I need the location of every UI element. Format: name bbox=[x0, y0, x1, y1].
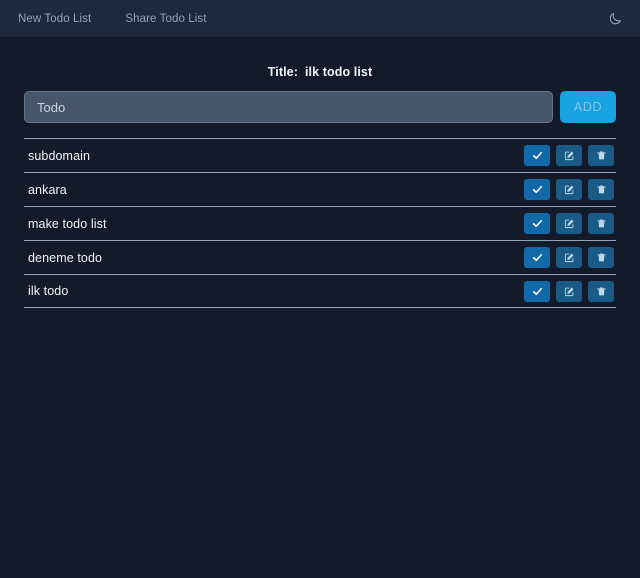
todo-item-label: subdomain bbox=[24, 149, 524, 163]
table-row[interactable]: make todo list bbox=[24, 206, 616, 240]
todo-item-label: ankara bbox=[24, 183, 524, 197]
pencil-square-icon bbox=[564, 252, 575, 263]
table-row[interactable]: subdomain bbox=[24, 138, 616, 172]
done-button[interactable] bbox=[524, 281, 550, 302]
table-row[interactable]: ankara bbox=[24, 172, 616, 206]
done-button[interactable] bbox=[524, 213, 550, 234]
delete-button[interactable] bbox=[588, 281, 614, 302]
delete-button[interactable] bbox=[588, 213, 614, 234]
todo-row-actions bbox=[524, 145, 616, 166]
delete-button[interactable] bbox=[588, 145, 614, 166]
check-icon bbox=[532, 150, 543, 161]
page-title: Title: ilk todo list bbox=[24, 37, 616, 89]
todo-row-actions bbox=[524, 247, 616, 268]
add-todo-button[interactable]: ADD bbox=[560, 91, 616, 123]
edit-button[interactable] bbox=[556, 145, 582, 166]
navbar-links: New Todo List Share Todo List bbox=[18, 12, 207, 26]
pencil-square-icon bbox=[564, 286, 575, 297]
todo-item-label: make todo list bbox=[24, 217, 524, 231]
title-label: Title: bbox=[268, 65, 298, 79]
table-row[interactable]: ilk todo bbox=[24, 274, 616, 308]
check-icon bbox=[532, 252, 543, 263]
navbar: New Todo List Share Todo List bbox=[0, 0, 640, 37]
edit-button[interactable] bbox=[556, 247, 582, 268]
todo-list: subdomain bbox=[24, 138, 616, 308]
title-value: ilk todo list bbox=[305, 65, 372, 79]
done-button[interactable] bbox=[524, 179, 550, 200]
trash-icon bbox=[596, 252, 607, 263]
edit-button[interactable] bbox=[556, 213, 582, 234]
done-button[interactable] bbox=[524, 145, 550, 166]
todo-item-label: ilk todo bbox=[24, 284, 524, 298]
trash-icon bbox=[596, 184, 607, 195]
edit-button[interactable] bbox=[556, 281, 582, 302]
nav-link-new-todo-list[interactable]: New Todo List bbox=[18, 12, 91, 26]
todo-row-actions bbox=[524, 213, 616, 234]
pencil-square-icon bbox=[564, 184, 575, 195]
check-icon bbox=[532, 218, 543, 229]
nav-link-share-todo-list[interactable]: Share Todo List bbox=[125, 12, 206, 26]
edit-button[interactable] bbox=[556, 179, 582, 200]
moon-icon[interactable] bbox=[604, 8, 626, 30]
app-root: New Todo List Share Todo List Title: ilk… bbox=[0, 0, 640, 578]
todo-input[interactable] bbox=[24, 91, 553, 123]
pencil-square-icon bbox=[564, 218, 575, 229]
table-row[interactable]: deneme todo bbox=[24, 240, 616, 274]
trash-icon bbox=[596, 150, 607, 161]
check-icon bbox=[532, 286, 543, 297]
todo-item-label: deneme todo bbox=[24, 251, 524, 265]
pencil-square-icon bbox=[564, 150, 575, 161]
delete-button[interactable] bbox=[588, 179, 614, 200]
delete-button[interactable] bbox=[588, 247, 614, 268]
todo-row-actions bbox=[524, 281, 616, 302]
trash-icon bbox=[596, 286, 607, 297]
check-icon bbox=[532, 184, 543, 195]
main-content: Title: ilk todo list ADD subdomain bbox=[0, 37, 640, 308]
done-button[interactable] bbox=[524, 247, 550, 268]
trash-icon bbox=[596, 218, 607, 229]
todo-row-actions bbox=[524, 179, 616, 200]
add-todo-row: ADD bbox=[24, 91, 616, 123]
